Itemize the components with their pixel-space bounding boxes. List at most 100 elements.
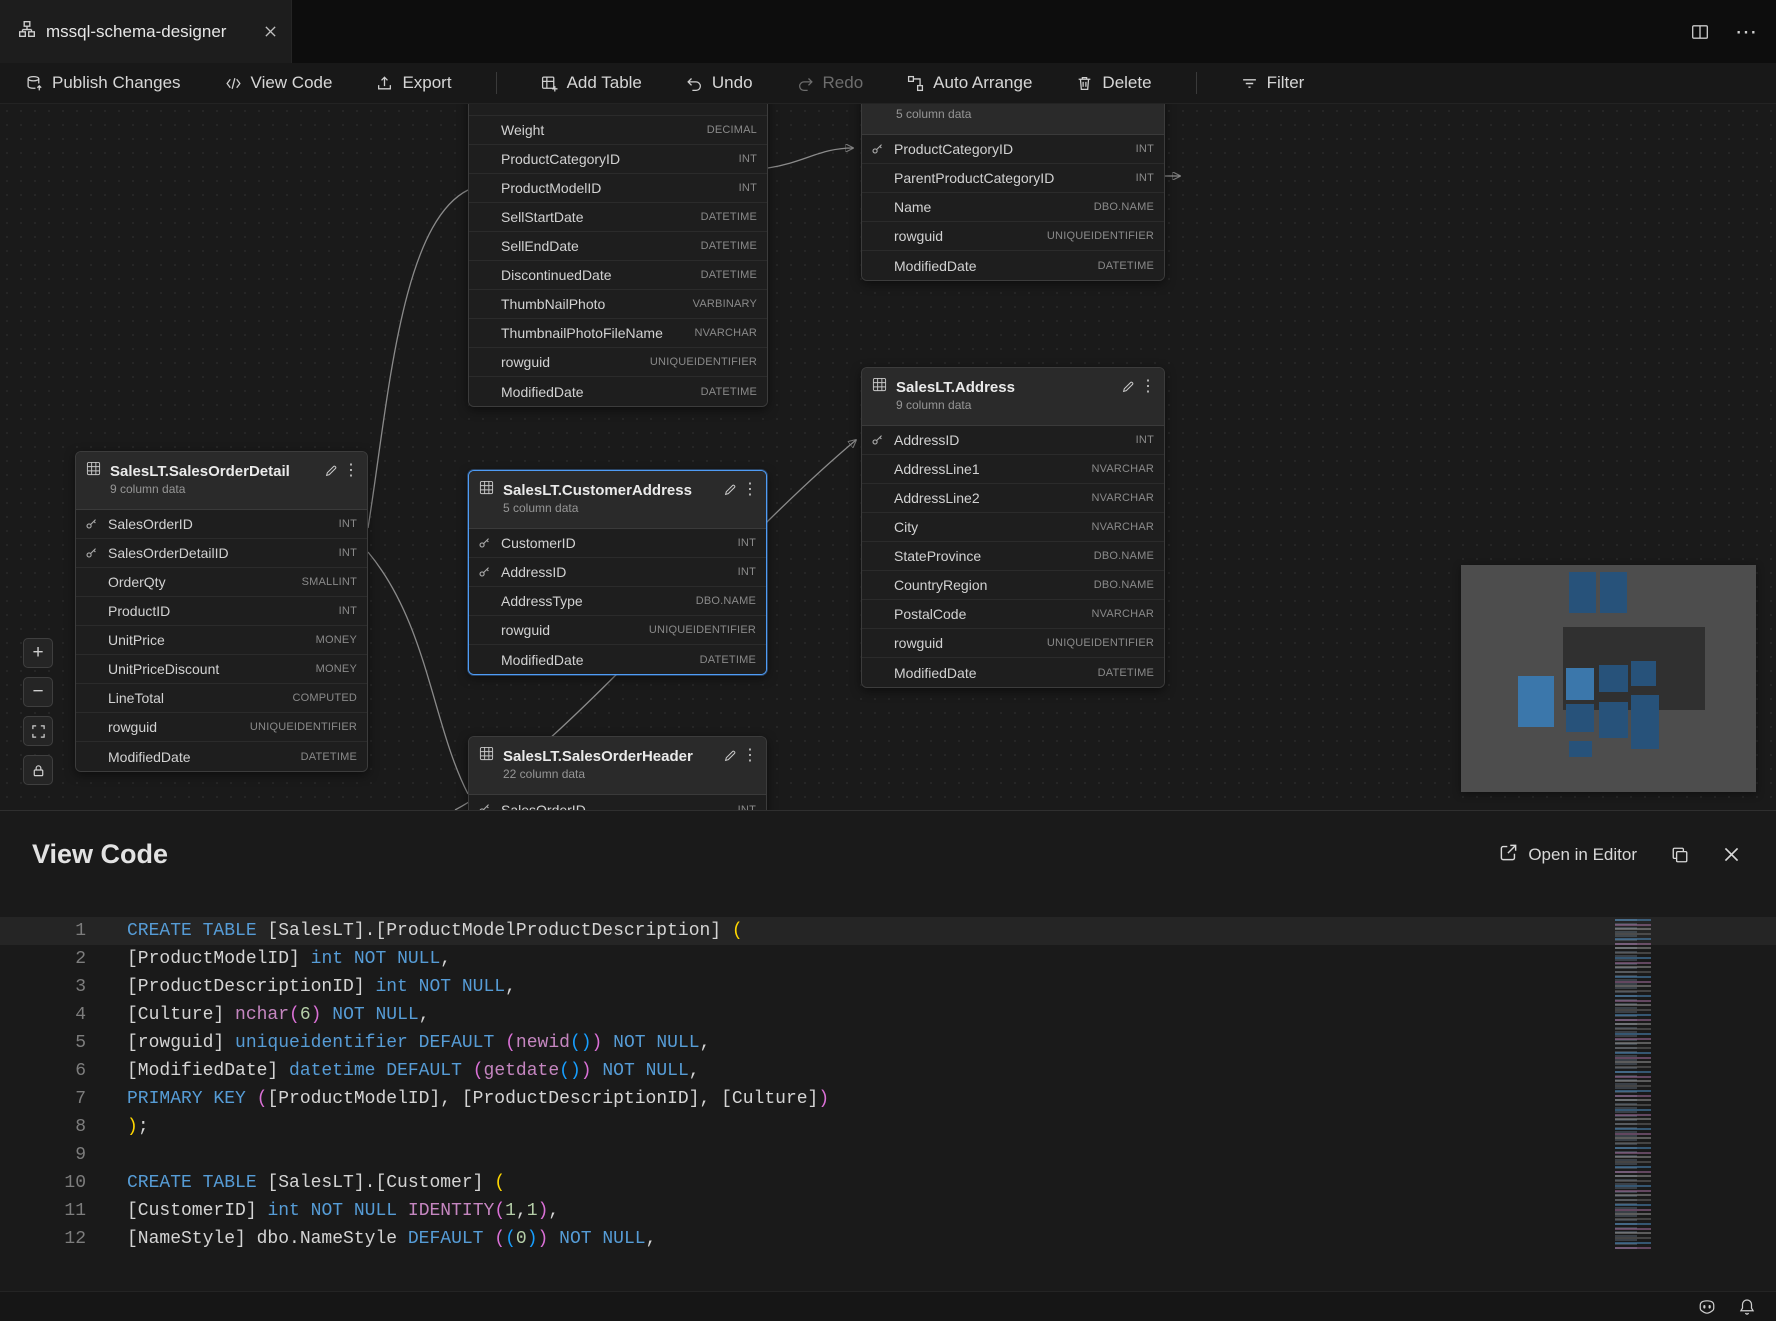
edit-pencil-icon[interactable] [718,749,742,763]
table-column-row[interactable]: Weight DECIMAL [469,116,767,145]
schema-table[interactable]: SalesLT.CustomerAddress 5 column data ⋮ … [468,470,767,675]
table-column-row[interactable]: UnitPrice MONEY [76,626,367,655]
code-line[interactable]: 11[CustomerID] int NOT NULL IDENTITY(1,1… [0,1197,1776,1225]
kebab-menu-icon[interactable]: ⋮ [1140,380,1154,394]
table-column-row[interactable]: SalesOrderID INT [469,795,766,810]
column-name: AddressID [894,432,1128,448]
table-header[interactable]: SalesLT.Address 9 column data ⋮ [862,368,1164,426]
code-line[interactable]: 5[rowguid] uniqueidentifier DEFAULT (new… [0,1029,1776,1057]
code-line[interactable]: 9 [0,1141,1776,1169]
table-column-row[interactable]: ThumbNailPhoto VARBINARY [469,290,767,319]
table-header[interactable]: SalesLT.SalesOrderHeader 22 column data … [469,737,766,795]
auto-arrange-button[interactable]: Auto Arrange [907,73,1032,93]
edit-pencil-icon[interactable] [319,464,343,478]
table-column-row[interactable]: ModifiedDate DATETIME [469,645,766,674]
code-line[interactable]: 1CREATE TABLE [SalesLT].[ProductModelPro… [0,917,1776,945]
table-column-row[interactable]: ModifiedDate DATETIME [862,658,1164,687]
fit-view-button[interactable] [23,716,53,746]
table-column-row[interactable]: UnitPriceDiscount MONEY [76,655,367,684]
code-line[interactable]: 12[NameStyle] dbo.NameStyle DEFAULT ((0)… [0,1225,1776,1249]
redo-button[interactable]: Redo [797,73,864,93]
schema-table[interactable]: ⋮ Weight DECIMAL ProductCategoryID INT P… [468,104,768,407]
copilot-icon[interactable] [1698,1298,1716,1316]
edit-pencil-icon[interactable] [1116,380,1140,394]
table-column-row[interactable]: ModifiedDate DATETIME [76,742,367,771]
code-line[interactable]: 10CREATE TABLE [SalesLT].[Customer] ( [0,1169,1776,1197]
sql-code-editor[interactable]: 1CREATE TABLE [SalesLT].[ProductModelPro… [0,917,1776,1249]
zoom-out-button[interactable]: − [23,677,53,707]
copy-code-icon[interactable] [1671,846,1689,864]
schema-canvas[interactable]: ⋮ Weight DECIMAL ProductCategoryID INT P… [0,104,1776,810]
add-table-button[interactable]: Add Table [541,73,642,93]
code-text: [rowguid] uniqueidentifier DEFAULT (newi… [127,1029,710,1057]
table-column-row[interactable]: CustomerID INT [469,529,766,558]
table-column-row[interactable]: City NVARCHAR [862,513,1164,542]
schema-table[interactable]: SalesLT.Address 9 column data ⋮ AddressI… [861,367,1165,688]
open-in-editor-button[interactable]: Open in Editor [1499,843,1637,867]
table-column-row[interactable]: AddressType DBO.NAME [469,587,766,616]
table-column-row[interactable]: rowguid UNIQUEIDENTIFIER [862,222,1164,251]
table-column-row[interactable]: rowguid UNIQUEIDENTIFIER [862,629,1164,658]
tab-close-icon[interactable] [264,25,277,38]
code-line[interactable]: 6[ModifiedDate] datetime DEFAULT (getdat… [0,1057,1776,1085]
table-column-row[interactable]: AddressLine1 NVARCHAR [862,455,1164,484]
column-name: SellEndDate [501,238,693,254]
code-line[interactable]: 3[ProductDescriptionID] int NOT NULL, [0,973,1776,1001]
table-column-row[interactable]: SalesOrderID INT [76,510,367,539]
table-column-row[interactable]: PostalCode NVARCHAR [862,600,1164,629]
table-header[interactable]: SalesLT.CustomerAddress 5 column data ⋮ [469,471,766,529]
code-line[interactable]: 8); [0,1113,1776,1141]
table-column-row[interactable]: rowguid UNIQUEIDENTIFIER [76,713,367,742]
schema-table[interactable]: SalesLT.SalesOrderDetail 9 column data ⋮… [75,451,368,772]
table-column-row[interactable]: ProductCategoryID INT [862,135,1164,164]
column-type: NVARCHAR [1091,521,1154,533]
table-column-row[interactable]: AddressLine2 NVARCHAR [862,484,1164,513]
split-editor-icon[interactable] [1691,23,1709,41]
close-panel-icon[interactable] [1723,846,1740,863]
kebab-menu-icon[interactable]: ⋮ [742,483,756,497]
editor-tab[interactable]: mssql-schema-designer [0,0,292,63]
more-actions-icon[interactable]: ⋯ [1735,21,1758,43]
notifications-bell-icon[interactable] [1738,1298,1756,1316]
table-column-row[interactable]: SellEndDate DATETIME [469,232,767,261]
table-column-row[interactable]: rowguid UNIQUEIDENTIFIER [469,616,766,645]
table-column-row[interactable]: ProductID INT [76,597,367,626]
canvas-minimap[interactable] [1461,565,1756,792]
table-column-row[interactable]: AddressID INT [862,426,1164,455]
export-button[interactable]: Export [376,73,451,93]
table-column-row[interactable]: SalesOrderDetailID INT [76,539,367,568]
view-code-button[interactable]: View Code [225,73,333,93]
undo-button[interactable]: Undo [686,73,753,93]
table-column-row[interactable]: SellStartDate DATETIME [469,203,767,232]
code-minimap[interactable] [1613,919,1663,1249]
table-column-row[interactable]: ThumbnailPhotoFileName NVARCHAR [469,319,767,348]
table-column-row[interactable]: AddressID INT [469,558,766,587]
table-column-row[interactable]: Name DBO.NAME [862,193,1164,222]
table-column-row[interactable]: DiscontinuedDate DATETIME [469,261,767,290]
table-column-row[interactable]: ModifiedDate DATETIME [862,251,1164,280]
code-line[interactable]: 4[Culture] nchar(6) NOT NULL, [0,1001,1776,1029]
table-column-row[interactable]: StateProvince DBO.NAME [862,542,1164,571]
table-column-row[interactable]: OrderQty SMALLINT [76,568,367,597]
table-column-row[interactable]: ProductCategoryID INT [469,145,767,174]
table-header[interactable]: 5 column data ⋮ [862,104,1164,135]
kebab-menu-icon[interactable]: ⋮ [343,464,357,478]
kebab-menu-icon[interactable]: ⋮ [742,749,756,763]
zoom-in-button[interactable]: + [23,638,53,668]
table-column-row[interactable]: ProductModelID INT [469,174,767,203]
table-column-row[interactable]: ModifiedDate DATETIME [469,377,767,406]
publish-changes-button[interactable]: Publish Changes [26,73,181,93]
table-column-row[interactable]: rowguid UNIQUEIDENTIFIER [469,348,767,377]
delete-button[interactable]: Delete [1076,73,1151,93]
schema-table[interactable]: SalesLT.SalesOrderHeader 22 column data … [468,736,767,810]
table-column-row[interactable]: CountryRegion DBO.NAME [862,571,1164,600]
table-column-row[interactable]: LineTotal COMPUTED [76,684,367,713]
filter-button[interactable]: Filter [1241,73,1305,93]
code-line[interactable]: 7PRIMARY KEY ([ProductModelID], [Product… [0,1085,1776,1113]
schema-table[interactable]: 5 column data ⋮ ProductCategoryID INT Pa… [861,104,1165,281]
lock-button[interactable] [23,755,53,785]
table-column-row[interactable]: ParentProductCategoryID INT [862,164,1164,193]
edit-pencil-icon[interactable] [718,483,742,497]
code-line[interactable]: 2[ProductModelID] int NOT NULL, [0,945,1776,973]
table-header[interactable]: SalesLT.SalesOrderDetail 9 column data ⋮ [76,452,367,510]
